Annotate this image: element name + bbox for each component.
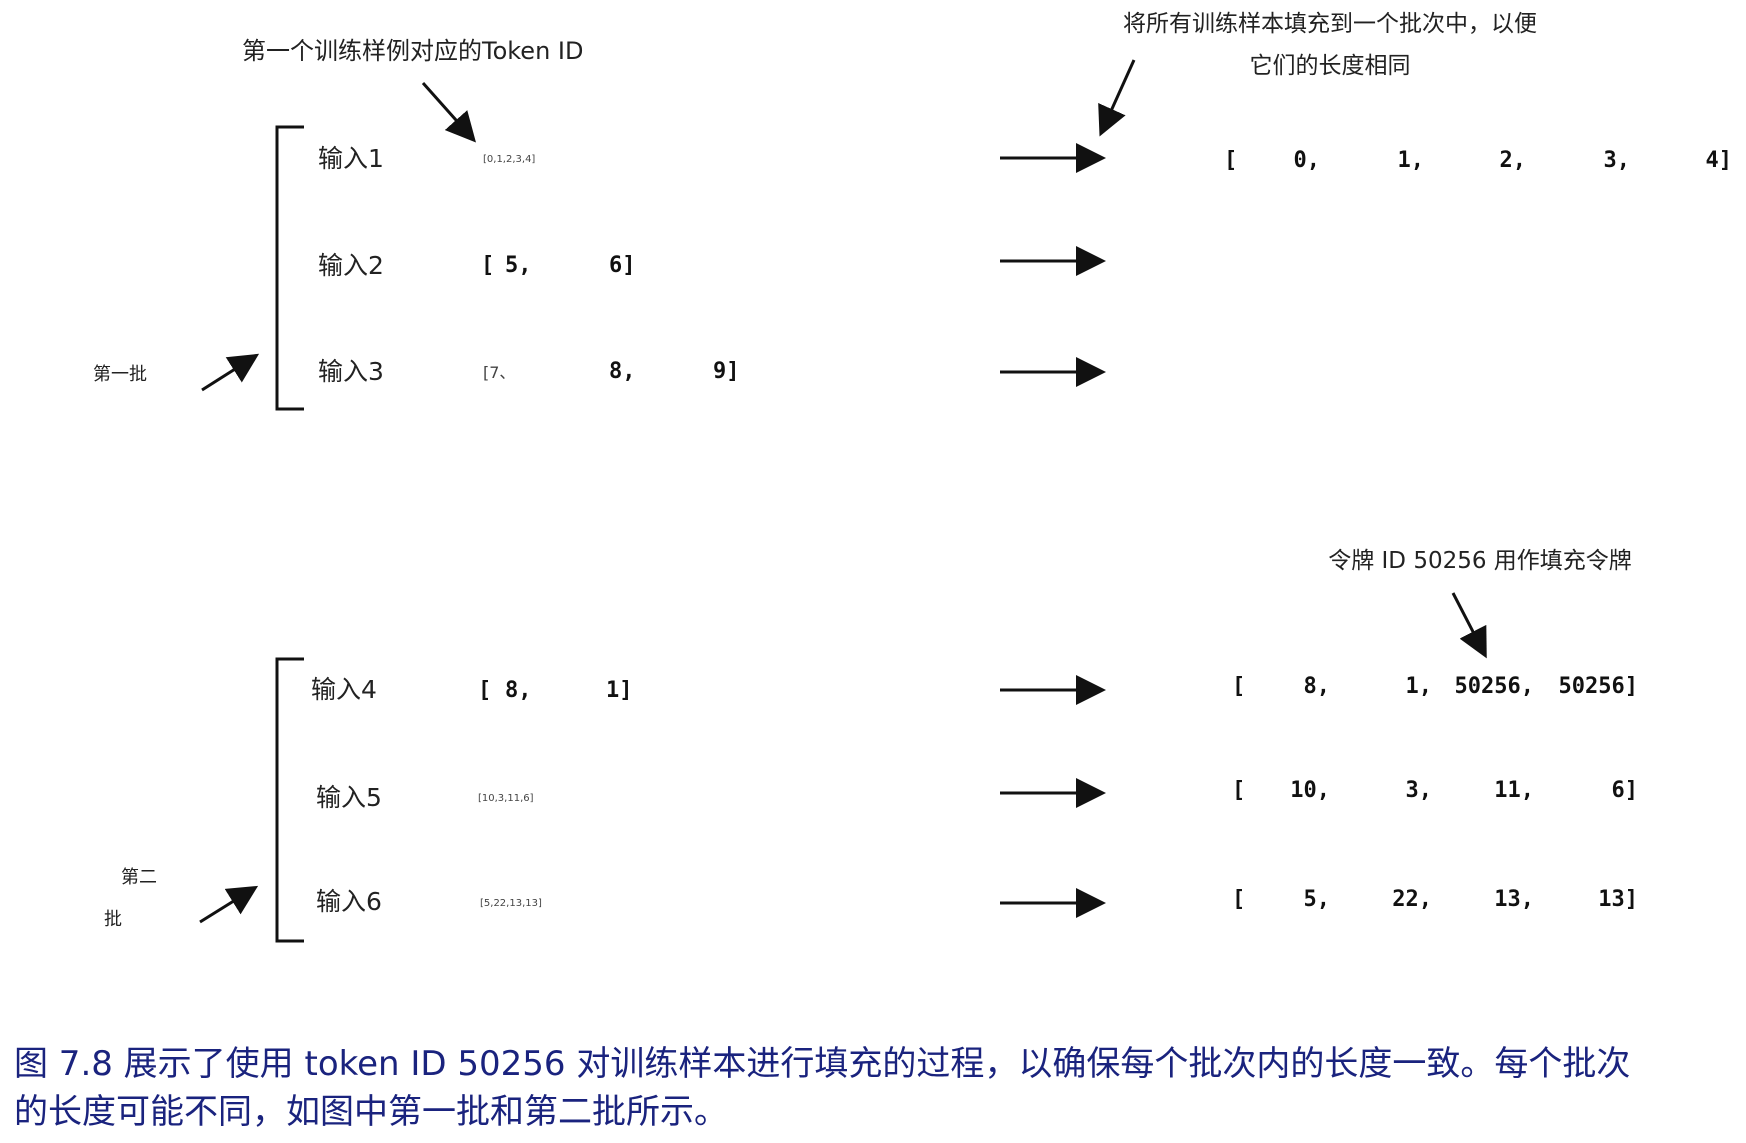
pointer-arrow-first-example (421, 82, 476, 143)
padded-row-6: [ 5, 22, 13, 13] (1232, 887, 1638, 912)
padded-5-token-0: [ (1232, 778, 1245, 803)
raw-tokens-input-6: [5,22,13,13] (480, 898, 542, 909)
batch-label-2-part2: 批 (104, 909, 122, 930)
raw-token-input-4-bracket: [ (478, 678, 491, 703)
padded-1-token-1: 0, (1294, 148, 1321, 173)
raw-tokens-input-1: [0,1,2,3,4] (483, 154, 535, 165)
padded-4-token-0: [ (1232, 674, 1245, 699)
raw-token-input-2-a: 5, (505, 253, 532, 278)
input-label-2: 输入2 (318, 251, 384, 280)
raw-token-input-2-b: 6] (609, 253, 636, 278)
raw-token-input-4-a: 8, (505, 678, 532, 703)
padded-4-token-1: 8, (1304, 674, 1331, 699)
batch-arrow-1 (201, 353, 260, 392)
padded-6-token-4: 13] (1598, 887, 1638, 912)
padded-4-token-4: 50256] (1559, 674, 1638, 699)
annotation-padding-line1: 将所有训练样本填充到一个批次中，以便 (1123, 11, 1537, 37)
padded-6-token-0: [ (1232, 887, 1245, 912)
pointer-arrow-pad-token (1451, 592, 1487, 659)
raw-token-input-2-bracket: [ (481, 253, 494, 278)
padded-6-token-2: 22, (1392, 887, 1432, 912)
batch-label-1: 第一批 (93, 364, 147, 385)
padded-5-token-2: 3, (1406, 778, 1433, 803)
caption-line-2: 的长度可能不同，如图中第一批和第二批所示。 (14, 1092, 728, 1132)
figure-caption: 图 7.8 展示了使用 token ID 50256 对训练样本进行填充的过程，… (14, 1040, 1729, 1136)
input-label-6: 输入6 (316, 887, 382, 916)
padded-row-5: [ 10, 3, 11, 6] (1232, 778, 1638, 803)
padded-1-token-2: 1, (1398, 148, 1425, 173)
batch-arrow-2 (199, 885, 259, 924)
bracket-batch-1 (275, 125, 304, 411)
figure-stage: 第一个训练样例对应的Token ID 将所有训练样本填充到一个批次中，以便 它们… (0, 0, 1746, 1143)
padded-1-token-3: 2, (1500, 148, 1527, 173)
padded-6-token-3: 13, (1494, 887, 1534, 912)
padded-5-token-3: 11, (1494, 778, 1534, 803)
raw-token-input-3-a: 8, (609, 359, 636, 384)
input-label-3: 输入3 (318, 357, 384, 386)
padded-5-token-4: 6] (1612, 778, 1639, 803)
padded-4-token-2: 1, (1406, 674, 1433, 699)
caption-line-1: 图 7.8 展示了使用 token ID 50256 对训练样本进行填充的过程，… (14, 1044, 1631, 1084)
annotation-pad-token: 令牌 ID 50256 用作填充令牌 (1328, 548, 1632, 574)
bracket-batch-2 (275, 657, 304, 943)
padded-1-token-5: 4] (1706, 148, 1733, 173)
padding-diagram: 第一个训练样例对应的Token ID 将所有训练样本填充到一个批次中，以便 它们… (93, 11, 1732, 943)
padded-1-token-4: 3, (1604, 148, 1631, 173)
padded-row-4: [ 8, 1, 50256, 50256] (1232, 674, 1638, 699)
batch-label-2-part1: 第二 (121, 867, 157, 888)
raw-token-input-4-b: 1] (606, 678, 633, 703)
raw-tokens-input-5: [10,3,11,6] (478, 793, 534, 804)
padded-5-token-1: 10, (1290, 778, 1330, 803)
annotation-padding-line2: 它们的长度相同 (1250, 53, 1411, 79)
input-label-1: 输入1 (318, 144, 384, 173)
input-label-4: 输入4 (311, 675, 377, 704)
padded-1-token-0: [ (1224, 148, 1237, 173)
padded-4-token-3: 50256, (1455, 674, 1534, 699)
padded-6-token-1: 5, (1304, 887, 1331, 912)
pointer-arrow-padding (1098, 59, 1136, 137)
annotation-first-example: 第一个训练样例对应的Token ID (242, 37, 583, 65)
raw-token-input-3-b: 9] (713, 359, 740, 384)
padded-row-1: [ 0, 1, 2, 3, 4] (1224, 148, 1732, 173)
raw-token-input-3-head: [7、 (483, 363, 515, 382)
input-label-5: 输入5 (316, 783, 382, 812)
